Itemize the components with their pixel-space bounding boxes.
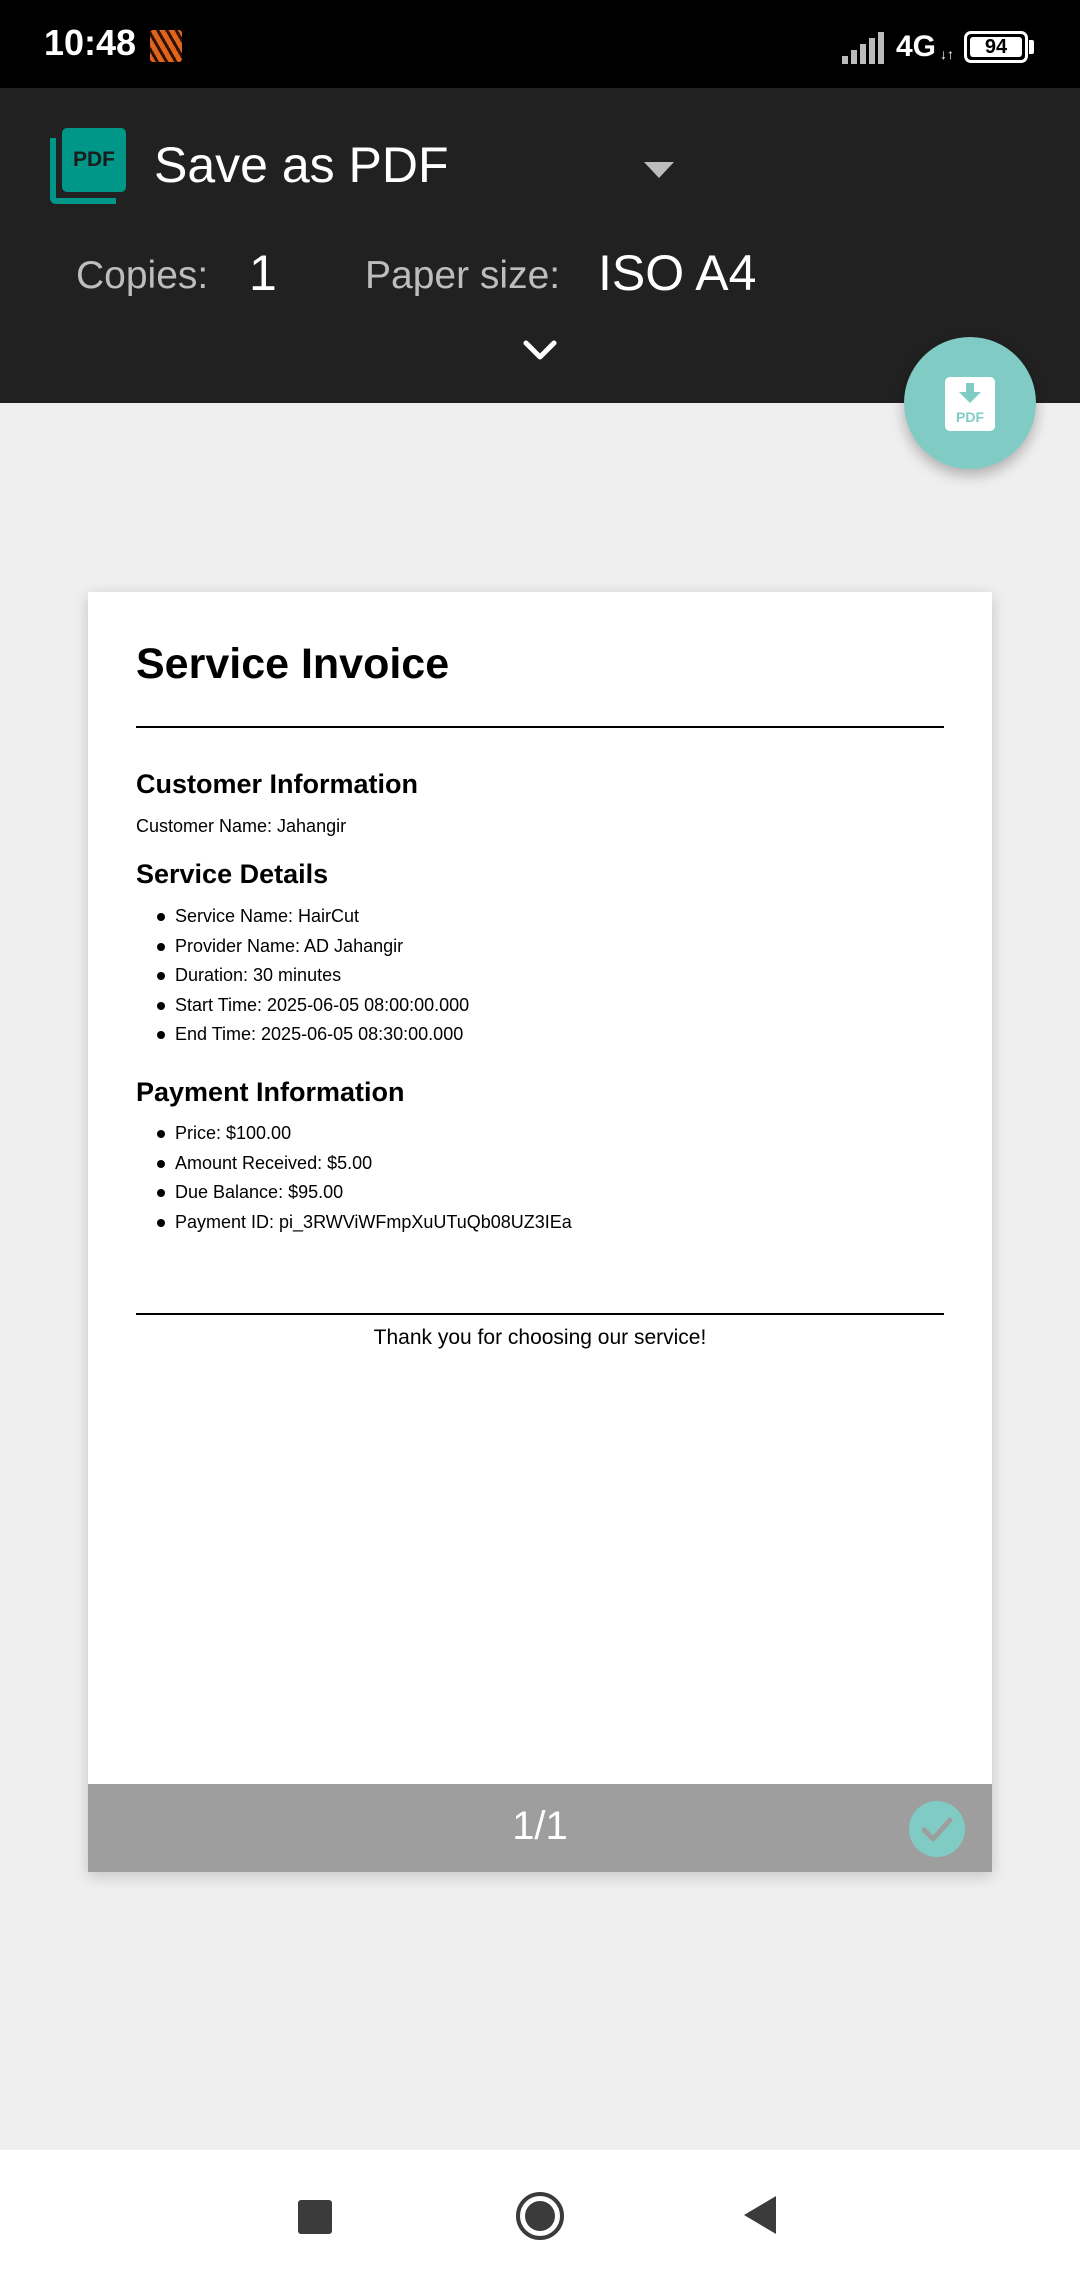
page-select-checkbox[interactable] bbox=[909, 1801, 965, 1857]
paper-size-value[interactable]: ISO A4 bbox=[598, 244, 756, 302]
payment-details-list: Price: $100.00 Amount Received: $5.00 Du… bbox=[136, 1119, 572, 1237]
pdf-download-icon: PDF bbox=[945, 377, 995, 431]
triangle-down-icon[interactable] bbox=[644, 160, 674, 180]
back-button[interactable] bbox=[744, 2196, 776, 2234]
battery-level: 94 bbox=[984, 35, 1008, 58]
network-type: 4G bbox=[896, 30, 937, 63]
list-item: Duration: 30 minutes bbox=[136, 961, 469, 991]
service-details-list: Service Name: HairCut Provider Name: AD … bbox=[136, 902, 469, 1050]
battery-tip bbox=[1029, 40, 1034, 54]
list-item: Provider Name: AD Jahangir bbox=[136, 932, 469, 962]
list-item: Due Balance: $95.00 bbox=[136, 1178, 572, 1208]
customer-name: Customer Name: Jahangir bbox=[136, 816, 347, 836]
copies-label: Copies: bbox=[76, 254, 209, 297]
list-item: Service Name: HairCut bbox=[136, 902, 469, 932]
title-divider bbox=[136, 726, 944, 728]
download-pdf-button[interactable]: PDF bbox=[904, 337, 1036, 469]
customer-section-heading: Customer Information bbox=[136, 769, 419, 799]
status-time: 10:48 bbox=[44, 22, 137, 63]
service-section-heading: Service Details bbox=[136, 859, 329, 889]
page-preview[interactable]: Service Invoice Customer Information Cus… bbox=[88, 592, 992, 1872]
paper-size-label: Paper size: bbox=[365, 254, 561, 297]
printer-selector[interactable]: Save as PDF bbox=[154, 136, 449, 194]
list-item: Payment ID: pi_3RWViWFmpXuUTuQb08UZ3IEa bbox=[136, 1208, 572, 1238]
page-footer: 1/1 bbox=[88, 1784, 992, 1872]
payment-section-heading: Payment Information bbox=[136, 1077, 405, 1107]
page-indicator: 1/1 bbox=[512, 1804, 568, 1848]
footer-divider bbox=[136, 1313, 944, 1315]
status-bar: 10:48 4G ↓↑ 94 bbox=[0, 0, 1080, 88]
chevron-down-icon[interactable] bbox=[520, 338, 560, 364]
recent-apps-button[interactable] bbox=[298, 2200, 332, 2234]
pdf-printer-icon: PDF bbox=[50, 128, 126, 204]
notification-app-icon bbox=[150, 30, 182, 62]
data-activity-icon: ↓↑ bbox=[940, 46, 954, 62]
list-item: Start Time: 2025-06-05 08:00:00.000 bbox=[136, 991, 469, 1021]
svg-text:PDF: PDF bbox=[956, 409, 984, 425]
copies-value[interactable]: 1 bbox=[249, 244, 277, 302]
home-icon bbox=[525, 2201, 555, 2231]
invoice-title: Service Invoice bbox=[136, 640, 450, 688]
print-options-header: PDF Save as PDF Copies: 1 Paper size: IS… bbox=[0, 88, 1080, 403]
list-item: End Time: 2025-06-05 08:30:00.000 bbox=[136, 1020, 469, 1050]
system-nav-bar bbox=[0, 2150, 1080, 2280]
list-item: Amount Received: $5.00 bbox=[136, 1149, 572, 1179]
check-icon bbox=[921, 1817, 953, 1842]
thank-you-note: Thank you for choosing our service! bbox=[373, 1326, 707, 1349]
signal-icon bbox=[842, 32, 886, 64]
battery-icon: 94 bbox=[964, 31, 1028, 63]
list-item: Price: $100.00 bbox=[136, 1119, 572, 1149]
